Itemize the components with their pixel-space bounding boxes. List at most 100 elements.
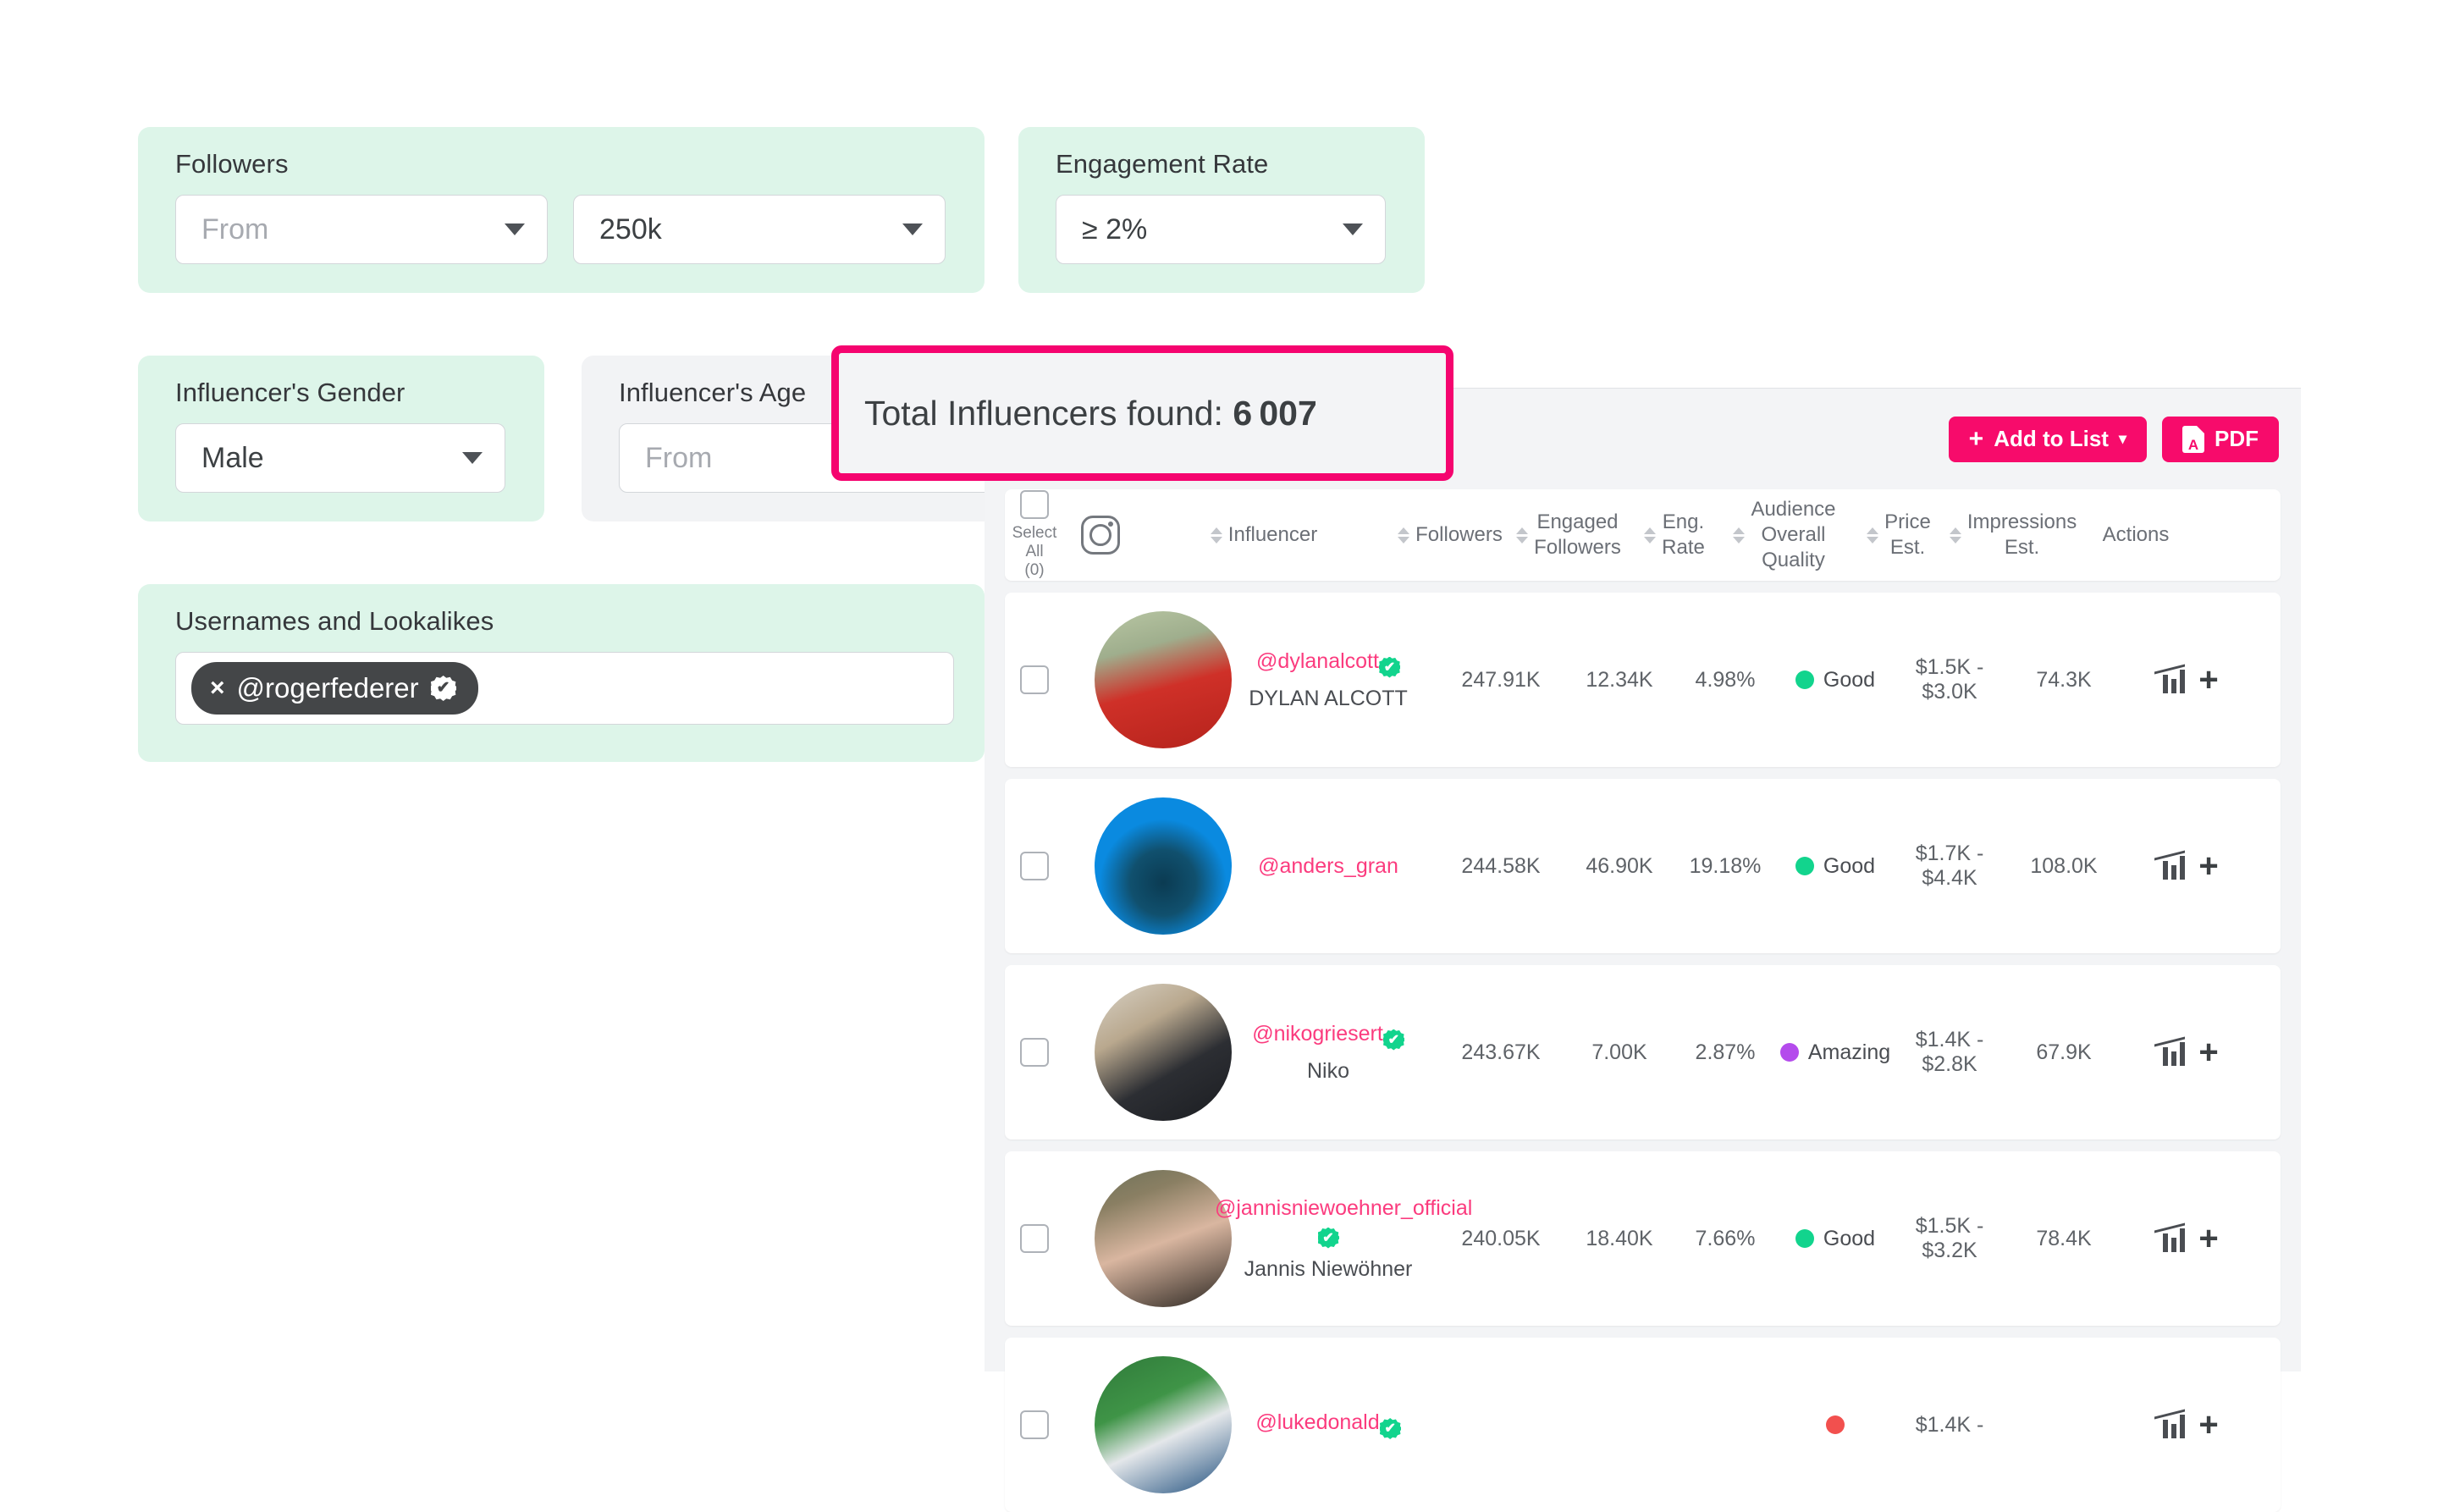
usernames-input[interactable]: × @rogerfederer ✔ bbox=[175, 652, 954, 725]
followers-from-select[interactable]: From bbox=[175, 195, 548, 264]
header-engrate-l2: Rate bbox=[1662, 536, 1705, 559]
sort-icon[interactable] bbox=[1516, 527, 1529, 544]
gender-filter-card: Influencer's Gender Male bbox=[138, 356, 544, 521]
influencer-username[interactable]: @dylanalcott ✔ bbox=[1215, 649, 1442, 678]
influencer-username[interactable]: @lukedonald ✔ bbox=[1215, 1410, 1442, 1439]
header-price-est[interactable]: Price Est. bbox=[1848, 510, 1950, 560]
add-icon[interactable]: + bbox=[2198, 663, 2218, 697]
influencer-cell[interactable]: @jannisniewoehner_official ✔ Jannis Niewöh… bbox=[1215, 1196, 1472, 1282]
followers-filter-card: Followers From 250k bbox=[138, 127, 985, 293]
row-checkbox[interactable] bbox=[1020, 665, 1049, 694]
row-actions[interactable]: + bbox=[2127, 663, 2246, 697]
header-price-l1: Price bbox=[1884, 510, 1931, 533]
add-icon[interactable]: + bbox=[2198, 849, 2218, 883]
eng-rate-value: 19.18% bbox=[1689, 853, 1762, 878]
influencer-cell[interactable]: @dylanalcott ✔ DYLAN ALCOTT bbox=[1215, 649, 1442, 711]
analytics-icon[interactable] bbox=[2154, 1222, 2186, 1252]
quality-dot-icon bbox=[1826, 1415, 1845, 1434]
influencer-cell[interactable]: @anders_gran bbox=[1215, 854, 1442, 879]
usernames-label: Usernames and Lookalikes bbox=[175, 606, 494, 636]
header-imp-l2: Est. bbox=[2004, 536, 2040, 559]
select-all-label: Select All bbox=[1012, 524, 1057, 561]
sort-icon[interactable] bbox=[1867, 527, 1879, 544]
analytics-icon[interactable] bbox=[2154, 1036, 2186, 1066]
sort-icon[interactable] bbox=[1949, 527, 1961, 544]
add-icon[interactable]: + bbox=[2198, 1408, 2218, 1442]
chevron-down-icon bbox=[462, 452, 483, 464]
influencer-cell[interactable]: @lukedonald ✔ bbox=[1215, 1410, 1442, 1439]
header-engaged-followers[interactable]: Engaged Followers bbox=[1509, 510, 1628, 560]
age-from-value: From bbox=[645, 441, 713, 474]
followers-from-value: From bbox=[201, 212, 269, 246]
add-icon[interactable]: + bbox=[2198, 1222, 2218, 1255]
header-influencer[interactable]: Influencer bbox=[1137, 522, 1391, 548]
influencer-results-panel: + Add to List ▾ PDF Select All (0) Influ… bbox=[985, 388, 2301, 1512]
avatar bbox=[1095, 1170, 1232, 1307]
table-row[interactable]: @jannisniewoehner_official ✔ Jannis Niewöh… bbox=[1005, 1151, 2281, 1326]
header-audience-quality[interactable]: Audience Overall Quality bbox=[1721, 497, 1848, 573]
header-eng-rate[interactable]: Eng. Rate bbox=[1628, 510, 1721, 560]
gender-select[interactable]: Male bbox=[175, 423, 505, 493]
select-all-count: (0) bbox=[1024, 560, 1045, 579]
select-all-cell[interactable]: Select All (0) bbox=[1005, 490, 1064, 580]
header-price-l2: Est. bbox=[1889, 536, 1926, 559]
row-select-cell[interactable] bbox=[1005, 1224, 1064, 1253]
verified-badge-icon: ✔ bbox=[1379, 1418, 1401, 1439]
influencer-username[interactable]: @jannisniewoehner_official bbox=[1215, 1196, 1472, 1221]
influencer-username[interactable]: @nikogriesert ✔ bbox=[1215, 1022, 1442, 1051]
analytics-icon[interactable] bbox=[2154, 664, 2186, 693]
select-all-checkbox[interactable] bbox=[1020, 490, 1049, 520]
analytics-icon[interactable] bbox=[2154, 850, 2186, 880]
engagement-rate-value: ≥ 2% bbox=[1082, 212, 1148, 246]
sort-icon[interactable] bbox=[1398, 527, 1410, 544]
chevron-down-icon: ▾ bbox=[2118, 430, 2126, 447]
add-to-list-button[interactable]: + Add to List ▾ bbox=[1948, 416, 2147, 462]
followers-to-select[interactable]: 250k bbox=[573, 195, 946, 264]
row-actions[interactable]: + bbox=[2127, 849, 2246, 883]
sort-icon[interactable] bbox=[1733, 527, 1746, 544]
row-actions[interactable]: + bbox=[2127, 1222, 2246, 1255]
table-row[interactable]: @dylanalcott ✔ DYLAN ALCOTT 247.91K 12.34K 4.… bbox=[1005, 593, 2281, 767]
impressions-est-value: 67.9K bbox=[2036, 1040, 2092, 1064]
header-impressions-est[interactable]: Impressions Est. bbox=[1949, 510, 2077, 560]
chevron-down-icon bbox=[902, 223, 923, 235]
impressions-est-value: 74.3K bbox=[2036, 667, 2092, 692]
eng-rate-value: 4.98% bbox=[1695, 667, 1756, 692]
row-select-cell[interactable] bbox=[1005, 665, 1064, 694]
followers-value: 247.91K bbox=[1461, 667, 1541, 692]
plus-icon: + bbox=[1968, 424, 1984, 453]
influencer-username[interactable]: @anders_gran bbox=[1215, 854, 1442, 879]
row-actions[interactable]: + bbox=[2127, 1035, 2246, 1069]
engaged-followers-value: 7.00K bbox=[1591, 1040, 1647, 1064]
influencer-realname: Niko bbox=[1306, 1058, 1349, 1083]
chip-remove-icon[interactable]: × bbox=[210, 676, 225, 701]
table-header-row: Select All (0) Influencer Followers Enga… bbox=[1005, 489, 2281, 581]
row-select-cell[interactable] bbox=[1005, 1410, 1064, 1439]
row-actions[interactable]: + bbox=[2127, 1408, 2246, 1442]
influencer-cell[interactable]: @nikogriesert ✔ Niko bbox=[1215, 1022, 1442, 1084]
platform-column-header bbox=[1064, 516, 1137, 555]
engagement-rate-select[interactable]: ≥ 2% bbox=[1056, 195, 1386, 264]
followers-value: 240.05K bbox=[1461, 1226, 1541, 1250]
table-row[interactable]: @anders_gran 244.58K 46.90K 19.18% Good $1.7K… bbox=[1005, 779, 2281, 953]
audience-quality-value: Good bbox=[1772, 668, 1899, 693]
add-icon[interactable]: + bbox=[2198, 1035, 2218, 1069]
table-row[interactable]: @nikogriesert ✔ Niko 243.67K 7.00K 2.87% Amazi… bbox=[1005, 965, 2281, 1140]
row-checkbox[interactable] bbox=[1020, 1410, 1049, 1439]
sort-icon[interactable] bbox=[1210, 527, 1222, 544]
header-followers[interactable]: Followers bbox=[1391, 522, 1509, 548]
gender-label: Influencer's Gender bbox=[175, 378, 405, 407]
row-checkbox[interactable] bbox=[1020, 852, 1049, 880]
row-checkbox[interactable] bbox=[1020, 1224, 1049, 1253]
sort-icon[interactable] bbox=[1644, 527, 1657, 544]
audience-quality-value: Amazing bbox=[1772, 1040, 1899, 1065]
analytics-icon[interactable] bbox=[2154, 1409, 2186, 1438]
row-select-cell[interactable] bbox=[1005, 1038, 1064, 1067]
pdf-export-button[interactable]: PDF bbox=[2162, 416, 2279, 462]
table-row[interactable]: @lukedonald ✔ $1.4K - + bbox=[1005, 1338, 2281, 1512]
username-chip[interactable]: × @rogerfederer ✔ bbox=[191, 662, 478, 715]
row-select-cell[interactable] bbox=[1005, 852, 1064, 880]
row-checkbox[interactable] bbox=[1020, 1038, 1049, 1067]
quality-label: Good bbox=[1823, 1226, 1876, 1250]
header-followers-label: Followers bbox=[1415, 523, 1503, 546]
